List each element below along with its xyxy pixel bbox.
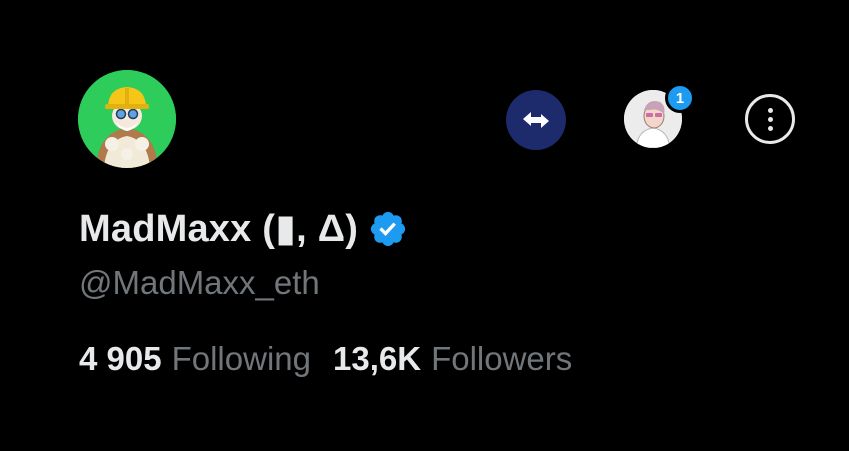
following-link[interactable]: 4 905 Following [79, 340, 311, 378]
more-options-icon [767, 107, 773, 131]
followers-label: Followers [431, 340, 573, 377]
swap-arrows-icon [523, 112, 549, 128]
notification-count: 1 [675, 89, 685, 107]
display-name: MadMaxx (▮, Δ) [79, 208, 359, 250]
following-count: 4 905 [79, 340, 162, 377]
swap-button[interactable] [506, 90, 566, 150]
verified-badge-icon [370, 211, 406, 246]
notification-badge: 1 [665, 83, 695, 113]
avatar-image [78, 70, 176, 168]
profile-name-row: MadMaxx (▮, Δ) [79, 206, 408, 251]
followers-count: 13,6K [333, 340, 422, 377]
profile-handle: @MadMaxx_eth [79, 264, 320, 301]
more-options-button[interactable] [745, 94, 795, 144]
followers-link[interactable]: 13,6K Followers [333, 340, 572, 378]
profile-avatar[interactable] [78, 70, 176, 168]
profile-stats: 4 905 Following 13,6K Followers [79, 340, 594, 378]
following-label: Following [171, 340, 311, 377]
